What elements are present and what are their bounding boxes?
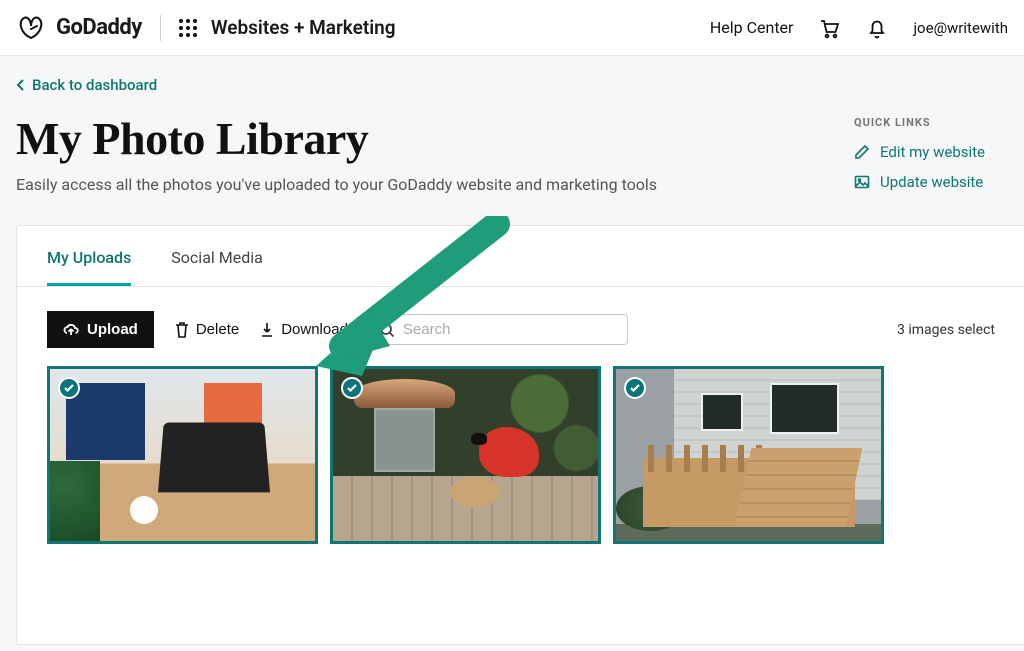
quick-link-edit-website[interactable]: Edit my website [854, 143, 1024, 161]
search-icon [379, 322, 395, 338]
brand-logo[interactable]: GoDaddy [16, 15, 142, 41]
search-box[interactable] [368, 314, 628, 345]
user-email[interactable]: joe@writewith [913, 19, 1008, 37]
back-to-dashboard-link[interactable]: Back to dashboard [16, 76, 1024, 94]
quick-link-label: Edit my website [880, 143, 985, 161]
upload-cloud-icon [63, 322, 79, 338]
apps-grid-icon[interactable] [179, 19, 197, 37]
selected-check-icon[interactable] [624, 377, 646, 399]
page-body: Back to dashboard My Photo Library Easil… [0, 56, 1024, 645]
delete-label: Delete [196, 321, 239, 338]
back-label: Back to dashboard [32, 76, 157, 94]
tabs: My Uploads Social Media [17, 226, 1024, 287]
photo-preview [616, 369, 881, 541]
selected-check-icon[interactable] [58, 377, 80, 399]
download-button[interactable]: Download [259, 321, 348, 339]
search-input[interactable] [403, 321, 617, 338]
upload-button[interactable]: Upload [47, 311, 154, 348]
top-right-group: Help Center joe@writewith [710, 16, 1008, 40]
image-icon [854, 174, 870, 190]
toolbar: Upload Delete Download 3 i [17, 287, 1024, 366]
help-center-link[interactable]: Help Center [710, 18, 794, 37]
tab-social-media[interactable]: Social Media [171, 226, 263, 286]
page-subtitle: Easily access all the photos you've uplo… [16, 175, 834, 194]
selection-count: 3 images select [897, 322, 995, 338]
quick-link-update-website[interactable]: Update website [854, 173, 1024, 191]
godaddy-mark-icon [16, 15, 46, 41]
download-icon [259, 321, 275, 339]
trash-icon [174, 321, 190, 339]
photo-preview [333, 369, 598, 541]
delete-button[interactable]: Delete [174, 321, 239, 339]
brand-name: GoDaddy [56, 15, 142, 40]
divider [160, 15, 161, 41]
cart-icon[interactable] [817, 16, 841, 40]
gallery [17, 366, 1024, 574]
top-bar: GoDaddy Websites + Marketing Help Center… [0, 0, 1024, 56]
quick-links-heading: QUICK LINKS [854, 116, 1024, 129]
photo-thumbnail[interactable] [613, 366, 884, 544]
pencil-icon [854, 144, 870, 160]
photo-thumbnail[interactable] [47, 366, 318, 544]
photo-thumbnail[interactable] [330, 366, 601, 544]
upload-label: Upload [87, 321, 138, 338]
page-title: My Photo Library [16, 112, 834, 165]
download-label: Download [281, 321, 348, 338]
library-panel: My Uploads Social Media Upload Delete [16, 225, 1024, 645]
selected-check-icon[interactable] [341, 377, 363, 399]
product-name[interactable]: Websites + Marketing [211, 16, 396, 39]
quick-links-panel: QUICK LINKS Edit my website Update websi… [854, 116, 1024, 203]
tab-my-uploads[interactable]: My Uploads [47, 226, 131, 286]
quick-link-label: Update website [880, 173, 983, 191]
photo-preview [50, 369, 315, 541]
notifications-icon[interactable] [865, 16, 889, 40]
